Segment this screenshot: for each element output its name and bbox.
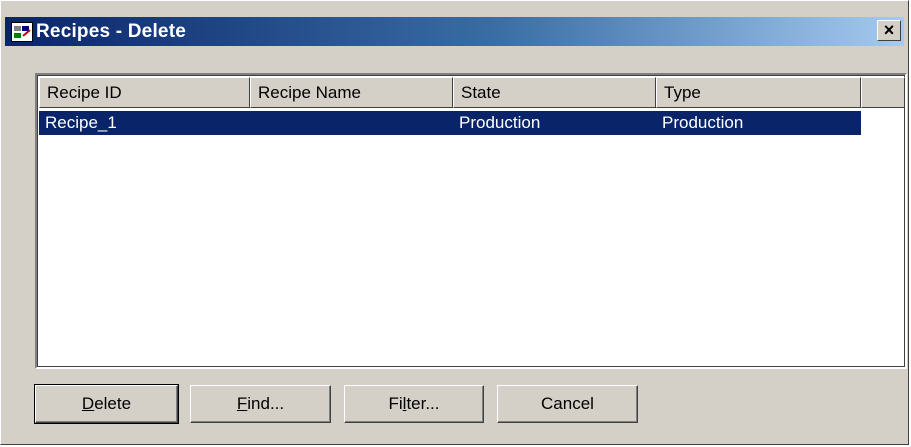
- cell-recipe-id: Recipe_1: [45, 113, 117, 132]
- column-header-recipe-name[interactable]: Recipe Name: [250, 77, 453, 108]
- window-title: Recipes - Delete: [36, 20, 186, 42]
- column-header-recipe-id[interactable]: Recipe ID: [39, 77, 250, 108]
- cancel-button[interactable]: Cancel: [497, 385, 638, 423]
- filter-button[interactable]: Filter...: [344, 385, 484, 423]
- column-header-filler: [861, 77, 905, 108]
- cell-state: Production: [459, 113, 541, 132]
- find-mnemonic: F: [236, 394, 248, 413]
- filter-label-pre: Fi: [388, 394, 403, 413]
- column-header-type[interactable]: Type: [656, 77, 861, 108]
- recipes-delete-dialog: Recipes - Delete × Recipe ID Recipe Name…: [0, 0, 909, 445]
- recipe-app-icon: [11, 21, 33, 42]
- find-label: ind...: [247, 394, 285, 413]
- list-header: Recipe ID Recipe Name State Type: [39, 77, 905, 108]
- delete-button[interactable]: Delete: [34, 384, 179, 424]
- column-header-state[interactable]: State: [453, 77, 656, 108]
- cell-type: Production: [662, 113, 744, 132]
- filter-label: ter...: [406, 394, 440, 413]
- find-button[interactable]: Find...: [190, 385, 331, 423]
- delete-mnemonic: D: [81, 394, 95, 413]
- close-icon[interactable]: ×: [877, 20, 901, 41]
- cell-recipe-name: [250, 111, 453, 135]
- delete-label: elete: [94, 394, 132, 413]
- table-row[interactable]: Recipe_1 Production Production: [39, 111, 861, 135]
- title-bar[interactable]: Recipes - Delete ×: [5, 17, 904, 46]
- recipe-list[interactable]: Recipe ID Recipe Name State Type Recipe_…: [35, 73, 907, 369]
